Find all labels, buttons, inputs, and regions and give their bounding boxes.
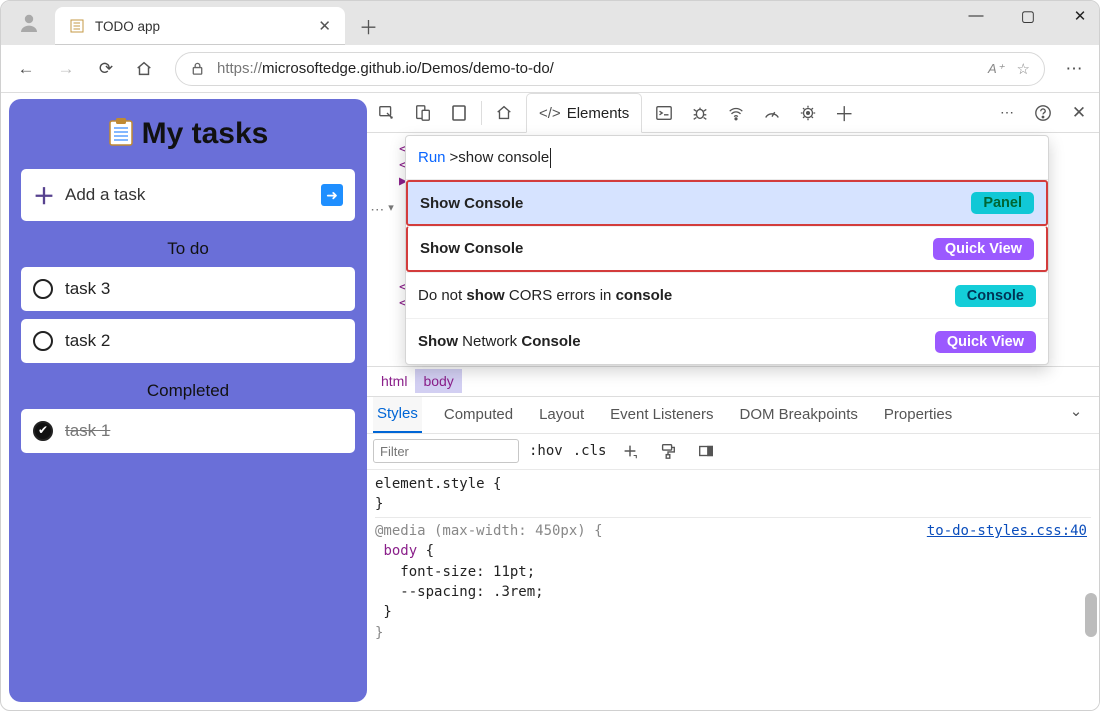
tab-dom-breakpoints[interactable]: DOM Breakpoints — [736, 397, 862, 433]
palette-item[interactable]: Show Console Quick View — [406, 226, 1048, 272]
devtools-menu-button[interactable]: ⋯ — [993, 99, 1021, 127]
crumb-html[interactable]: html — [373, 369, 415, 393]
submit-task-button[interactable]: ➜ — [321, 184, 343, 206]
palette-badge: Panel — [971, 192, 1034, 214]
browser-window: TODO app ✕ ＋ — ▢ ✕ ← → ⟳ https://microso… — [0, 0, 1100, 711]
close-window-button[interactable]: ✕ — [1069, 7, 1091, 25]
palette-item-label: Show Console — [420, 240, 523, 257]
device-icon[interactable] — [409, 99, 437, 127]
palette-badge: Quick View — [935, 331, 1036, 353]
new-style-rule-button[interactable] — [616, 437, 644, 465]
performance-icon[interactable] — [758, 99, 786, 127]
app-heading: My tasks — [21, 117, 355, 151]
flex-icon[interactable] — [692, 437, 720, 465]
window-controls: — ▢ ✕ — [965, 7, 1091, 25]
tab-layout[interactable]: Layout — [535, 397, 588, 433]
read-aloud-icon[interactable]: A⁺ — [988, 61, 1005, 77]
browser-tab[interactable]: TODO app ✕ — [55, 7, 345, 45]
task-row[interactable]: task 3 — [21, 267, 355, 311]
address-bar[interactable]: https://microsoftedge.github.io/Demos/de… — [175, 52, 1045, 86]
task-row[interactable]: task 1 — [21, 409, 355, 453]
tab-close-icon[interactable]: ✕ — [318, 17, 331, 35]
lock-icon — [190, 61, 205, 76]
command-palette: Run >show console Show Console Panel Sho… — [405, 135, 1049, 365]
code-icon: </> — [539, 105, 561, 122]
welcome-tab-icon[interactable] — [490, 99, 518, 127]
tab-favicon-icon — [69, 18, 85, 34]
tab-elements[interactable]: </> Elements — [526, 93, 642, 133]
network-icon[interactable] — [722, 99, 750, 127]
add-task-input[interactable]: ＋ Add a task ➜ — [21, 169, 355, 221]
bug-icon[interactable] — [686, 99, 714, 127]
url-text: https://microsoftedge.github.io/Demos/de… — [217, 60, 554, 77]
task-row[interactable]: task 2 — [21, 319, 355, 363]
section-completed-label: Completed — [21, 381, 355, 401]
forward-button: → — [55, 59, 77, 79]
reload-button[interactable]: ⟳ — [95, 59, 117, 79]
maximize-button[interactable]: ▢ — [1017, 7, 1039, 25]
breadcrumb[interactable]: html body — [367, 366, 1099, 396]
devtools-toolbar: </> Elements ＋ ⋯ ✕ — [367, 93, 1099, 133]
devtools-panel: </> Elements ＋ ⋯ ✕ ⋯▾ <! <h — [367, 93, 1099, 710]
palette-item[interactable]: Show Console Panel — [406, 180, 1048, 226]
memory-icon[interactable] — [794, 99, 822, 127]
profile-icon[interactable] — [13, 7, 45, 39]
help-icon[interactable] — [1029, 99, 1057, 127]
console-tab-icon[interactable] — [650, 99, 678, 127]
back-button[interactable]: ← — [15, 59, 37, 79]
palette-input[interactable]: Run >show console — [406, 136, 1048, 180]
task-checkbox[interactable] — [33, 279, 53, 299]
tab-properties[interactable]: Properties — [880, 397, 956, 433]
palette-item[interactable]: Do not show CORS errors in console Conso… — [406, 272, 1048, 318]
inspect-icon[interactable] — [373, 99, 401, 127]
section-todo-label: To do — [21, 239, 355, 259]
task-checkbox[interactable] — [33, 331, 53, 351]
devtools-close-button[interactable]: ✕ — [1065, 99, 1093, 127]
minimize-button[interactable]: — — [965, 7, 987, 25]
paint-icon[interactable] — [654, 437, 682, 465]
devtools-tablet-icon[interactable] — [445, 99, 473, 127]
todo-app: My tasks ＋ Add a task ➜ To do task 3 tas… — [9, 99, 367, 702]
dom-gutter: ⋯▾ — [367, 133, 397, 366]
tab-computed[interactable]: Computed — [440, 397, 517, 433]
more-tabs-button[interactable]: ＋ — [830, 99, 858, 127]
tab-event-listeners[interactable]: Event Listeners — [606, 397, 717, 433]
chevron-down-icon[interactable]: ⌄ — [1065, 397, 1093, 425]
palette-item-label: Do not show CORS errors in console — [418, 287, 672, 304]
new-tab-button[interactable]: ＋ — [359, 13, 378, 40]
clipboard-icon — [108, 117, 134, 147]
styles-toolbar: :hov .cls — [367, 434, 1099, 470]
styles-panel[interactable]: element.style { } to-do-styles.css:40 @m… — [367, 470, 1099, 711]
navbar: ← → ⟳ https://microsoftedge.github.io/De… — [1, 45, 1099, 93]
palette-badge: Console — [955, 285, 1036, 307]
home-button[interactable] — [135, 60, 157, 78]
palette-item[interactable]: Show Network Console Quick View — [406, 318, 1048, 364]
favorite-icon[interactable]: ☆ — [1017, 60, 1030, 78]
styles-filter-input[interactable] — [373, 439, 519, 463]
palette-item-label: Show Network Console — [418, 333, 581, 350]
titlebar: TODO app ✕ ＋ — ▢ ✕ — [1, 1, 1099, 45]
app-menu-button[interactable]: ⋯ — [1063, 59, 1085, 79]
palette-badge: Quick View — [933, 238, 1034, 260]
palette-item-label: Show Console — [420, 195, 523, 212]
cls-toggle[interactable]: .cls — [573, 443, 607, 459]
plus-icon: ＋ — [33, 179, 55, 211]
crumb-body[interactable]: body — [415, 369, 461, 393]
tab-styles[interactable]: Styles — [373, 397, 422, 433]
hov-toggle[interactable]: :hov — [529, 443, 563, 459]
styles-tabs: Styles Computed Layout Event Listeners D… — [367, 396, 1099, 434]
tab-title: TODO app — [95, 19, 308, 34]
source-link[interactable]: to-do-styles.css:40 — [927, 521, 1087, 541]
task-checkbox[interactable] — [33, 421, 53, 441]
add-task-placeholder: Add a task — [65, 185, 145, 205]
scrollbar-thumb[interactable] — [1085, 593, 1097, 637]
